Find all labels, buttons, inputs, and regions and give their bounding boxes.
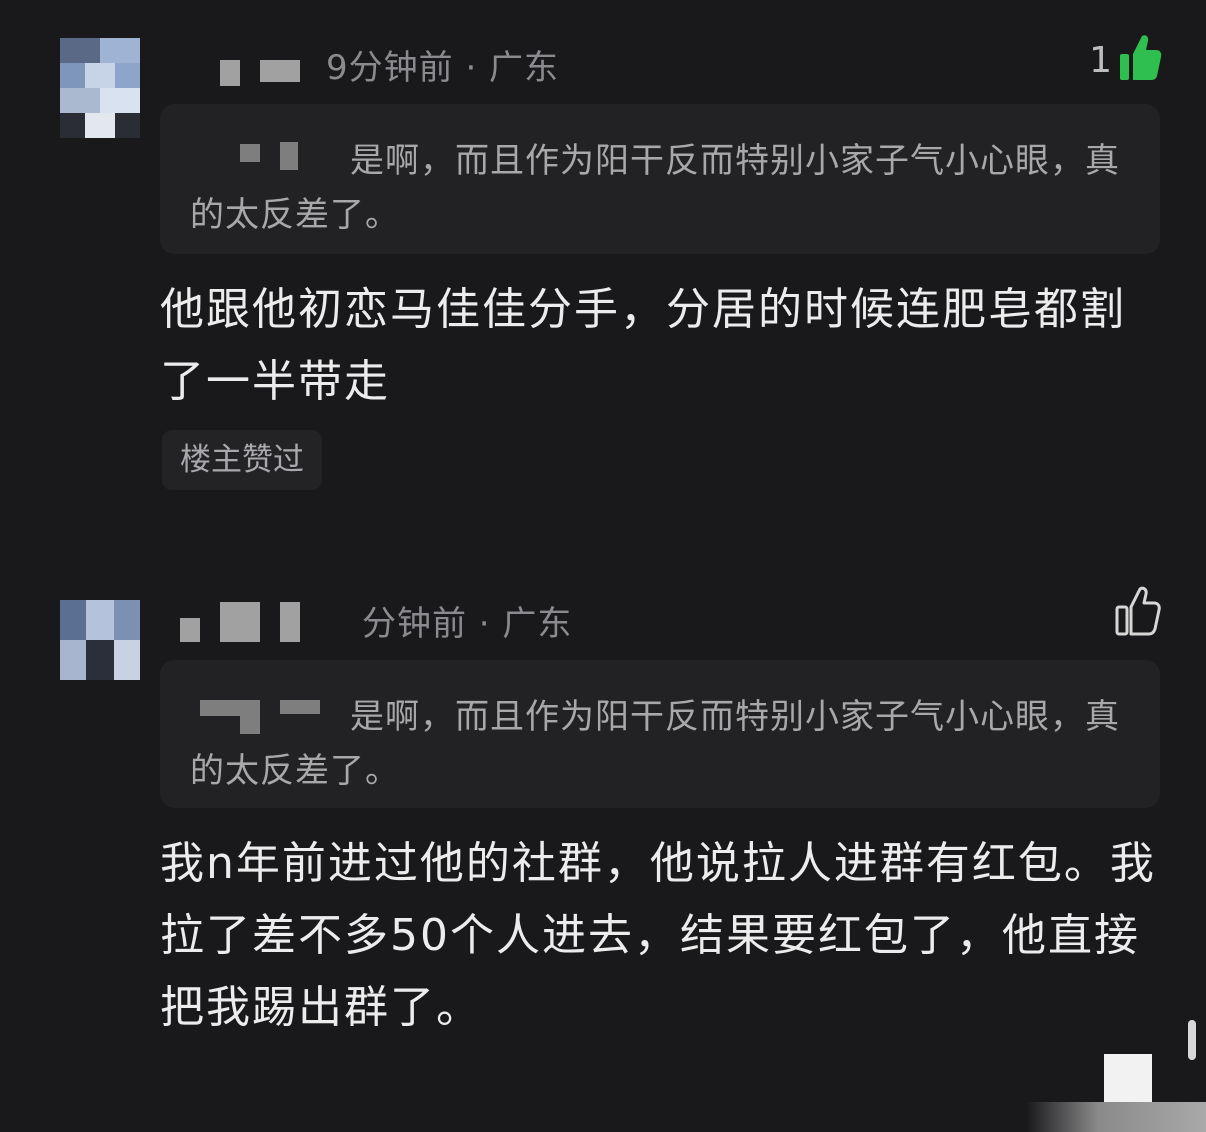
avatar[interactable]	[60, 38, 140, 138]
scrollbar[interactable]	[1188, 1020, 1196, 1060]
thumbs-up-filled-icon	[1118, 32, 1162, 88]
corner-watermark	[1026, 1102, 1206, 1132]
username-obscured[interactable]	[180, 42, 320, 86]
corner-overlay	[1104, 1054, 1152, 1102]
comment-body: 我n年前进过他的社群，他说拉人进群有红包。我拉了差不多50个人进去，结果要红包了…	[160, 838, 1156, 1033]
like-button[interactable]: 1	[1089, 32, 1162, 88]
comment-meta: 分钟前 · 广东	[362, 604, 573, 644]
comment-item: 9分钟前 · 广东 1 是啊，而且作为阳干反而特别小家子气小心眼，真的太反差了。…	[0, 0, 1206, 560]
comment-meta: 9分钟前 · 广东	[326, 48, 560, 88]
comment-thread: 9分钟前 · 广东 1 是啊，而且作为阳干反而特别小家子气小心眼，真的太反差了。…	[0, 0, 1206, 1132]
comment-body: 他跟他初恋马佳佳分手，分居的时候连肥皂都割了一半带走	[160, 284, 1126, 407]
quoted-username-obscured	[200, 696, 330, 734]
quoted-reply[interactable]: 是啊，而且作为阳干反而特别小家子气小心眼，真的太反差了。	[160, 660, 1160, 808]
quoted-username-obscured	[200, 140, 330, 176]
avatar[interactable]	[60, 600, 140, 680]
thumbs-up-outline-icon	[1114, 584, 1162, 642]
like-count: 1	[1089, 39, 1112, 81]
quoted-text: 是啊，而且作为阳干反而特别小家子气小心眼，真的太反差了。	[190, 697, 1120, 791]
quoted-reply[interactable]: 是啊，而且作为阳干反而特别小家子气小心眼，真的太反差了。	[160, 104, 1160, 254]
quoted-text: 是啊，而且作为阳干反而特别小家子气小心眼，真的太反差了。	[190, 141, 1120, 235]
comment-item: 分钟前 · 广东 是啊，而且作为阳干反而特别小家子气小心眼，真的太反差了。 我n…	[0, 560, 1206, 1120]
username-obscured[interactable]	[180, 600, 320, 644]
author-liked-badge: 楼主赞过	[162, 430, 322, 490]
like-button[interactable]	[1108, 584, 1162, 642]
